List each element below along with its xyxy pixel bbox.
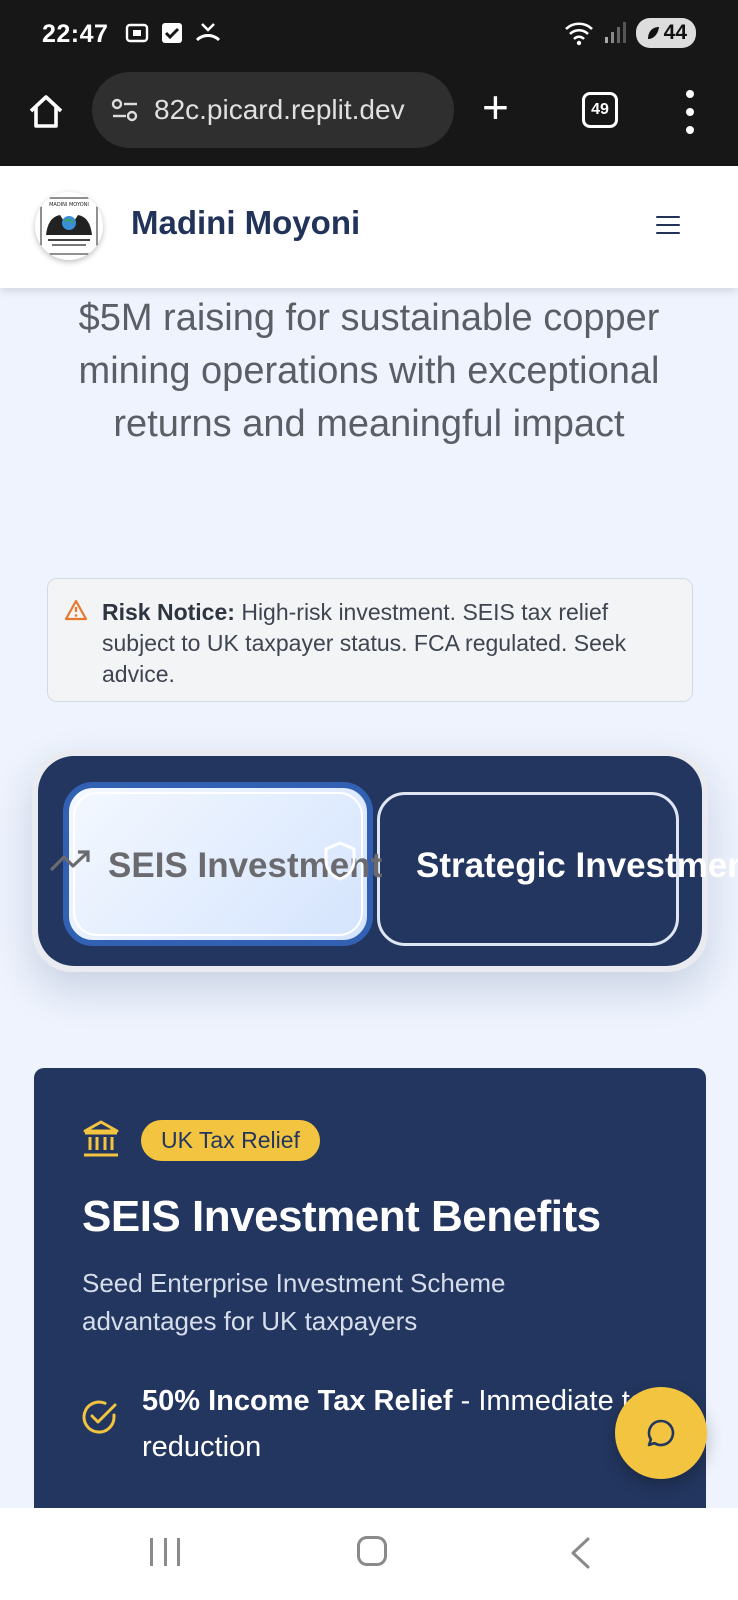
site-header: MADINI MOYONI Madini Moyoni: [0, 166, 738, 288]
warning-icon: [64, 599, 88, 621]
screenshot-icon: [125, 23, 149, 43]
hero-subtitle: $5M raising for sustainable copper minin…: [78, 297, 660, 445]
battery-saver-icon: [647, 27, 659, 39]
risk-notice-label: Risk Notice:: [102, 599, 235, 625]
chat-button[interactable]: [615, 1387, 707, 1479]
browser-toolbar: 82c.picard.replit.dev + 49: [0, 70, 738, 166]
checkbox-icon: [162, 23, 182, 43]
brand-name[interactable]: Madini Moyoni: [131, 204, 360, 242]
notification-icons: [124, 20, 222, 46]
browser-menu-button[interactable]: [680, 90, 700, 134]
risk-notice: Risk Notice: High-risk investment. SEIS …: [47, 578, 693, 702]
chat-bubble-icon: [647, 1419, 675, 1447]
url-text[interactable]: 82c.picard.replit.dev: [154, 94, 405, 126]
logo-emblem: MADINI MOYONI: [40, 197, 98, 255]
benefit-item-title: 50% Income Tax Relief: [142, 1385, 453, 1417]
bank-icon: [83, 1120, 119, 1157]
logo-text: MADINI MOYONI: [49, 202, 89, 208]
wifi-icon: [564, 22, 593, 46]
shield-icon: [324, 841, 356, 881]
signal-icon: [604, 22, 626, 43]
status-time: 22:47: [42, 20, 109, 48]
investment-type-toggle: SEIS Investment Strategic Investment: [32, 750, 738, 972]
system-icons: 44: [564, 18, 696, 48]
check-circle-icon: [82, 1400, 117, 1434]
battery-indicator: 44: [635, 18, 696, 48]
tax-relief-badge: UK Tax Relief: [141, 1120, 320, 1161]
battery-level: 44: [663, 21, 687, 44]
new-tab-button[interactable]: +: [482, 84, 509, 130]
benefits-subtitle: Seed Enterprise Investment Scheme advant…: [82, 1268, 506, 1336]
home-icon[interactable]: [26, 92, 66, 132]
seis-benefits-card: UK Tax Relief SEIS Investment Benefits S…: [34, 1068, 706, 1508]
home-nav-icon[interactable]: [357, 1536, 387, 1566]
site-settings-icon[interactable]: [110, 97, 140, 123]
benefits-title: SEIS Investment Benefits: [82, 1192, 601, 1241]
brand-logo[interactable]: MADINI MOYONI: [35, 192, 103, 260]
system-navigation-bar: [0, 1508, 738, 1600]
strategic-investment-label[interactable]: Strategic Investment: [416, 846, 738, 886]
missed-call-icon: [195, 23, 221, 42]
recent-apps-icon[interactable]: [150, 1538, 180, 1566]
trending-up-icon: [49, 850, 90, 872]
toggle-track: SEIS Investment Strategic Investment: [38, 756, 738, 966]
address-bar[interactable]: 82c.picard.replit.dev: [92, 72, 454, 148]
status-bar: 22:47 44: [0, 0, 738, 70]
hamburger-menu-icon[interactable]: [656, 216, 680, 234]
tab-switcher-button[interactable]: 49: [582, 92, 618, 128]
back-icon[interactable]: [568, 1536, 592, 1570]
